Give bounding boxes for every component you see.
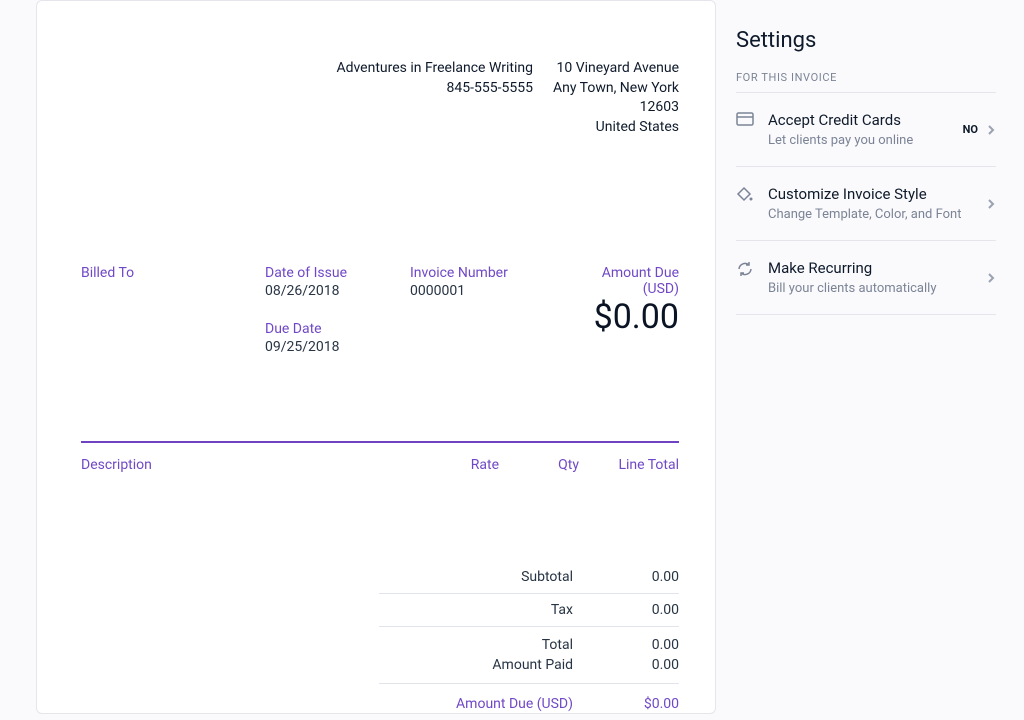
- invoice-panel: Adventures in Freelance Writing 845-555-…: [36, 0, 716, 714]
- address-country: United States: [553, 118, 679, 138]
- amount-paid-label: Amount Paid: [379, 657, 609, 673]
- amount-due-footer-value: $0.00: [609, 696, 679, 712]
- address-block: 10 Vineyard Avenue Any Town, New York 12…: [553, 59, 679, 137]
- setting-title: Make Recurring: [768, 259, 986, 277]
- chevron-right-icon: [986, 197, 996, 211]
- setting-title: Customize Invoice Style: [768, 185, 986, 203]
- address-line1: 10 Vineyard Avenue: [553, 59, 679, 79]
- total-value: 0.00: [609, 637, 679, 653]
- setting-desc: Let clients pay you online: [768, 133, 963, 148]
- address-zip: 12603: [553, 98, 679, 118]
- chevron-right-icon: [986, 123, 996, 137]
- billed-to-label: Billed To: [81, 265, 253, 281]
- setting-customize-style[interactable]: Customize Invoice Style Change Template,…: [736, 167, 996, 241]
- paint-bucket-icon: [736, 186, 758, 204]
- invoice-totals: Subtotal 0.00 Tax 0.00 Total 0.00 Amount…: [379, 561, 679, 720]
- amount-due-big: $0.00: [572, 297, 679, 337]
- setting-badge-no: NO: [963, 123, 978, 136]
- invoice-header: Adventures in Freelance Writing 845-555-…: [81, 59, 679, 137]
- tax-value: 0.00: [609, 602, 679, 618]
- subtotal-label: Subtotal: [379, 569, 609, 585]
- credit-card-icon: [736, 112, 758, 126]
- col-description: Description: [81, 457, 409, 473]
- amount-due-footer-label: Amount Due (USD): [379, 696, 609, 712]
- due-date-label: Due Date: [265, 321, 398, 337]
- amount-paid-value: 0.00: [609, 657, 679, 673]
- col-qty: Qty: [499, 457, 579, 473]
- date-of-issue: 08/26/2018: [265, 283, 398, 299]
- invoice-meta: Billed To Date of Issue 08/26/2018 Due D…: [81, 265, 679, 355]
- setting-make-recurring[interactable]: Make Recurring Bill your clients automat…: [736, 241, 996, 315]
- date-of-issue-label: Date of Issue: [265, 265, 398, 281]
- company-name: Adventures in Freelance Writing: [336, 59, 533, 79]
- invoice-number-label: Invoice Number: [410, 265, 560, 281]
- settings-subtitle: FOR THIS INVOICE: [736, 71, 996, 84]
- subtotal-value: 0.00: [609, 569, 679, 585]
- chevron-right-icon: [986, 271, 996, 285]
- col-rate: Rate: [409, 457, 499, 473]
- address-line2: Any Town, New York: [553, 79, 679, 99]
- line-items-header: Description Rate Qty Line Total: [81, 441, 679, 473]
- settings-panel: Settings FOR THIS INVOICE Accept Credit …: [716, 0, 1024, 714]
- setting-accept-credit-cards[interactable]: Accept Credit Cards Let clients pay you …: [736, 93, 996, 167]
- total-label: Total: [379, 637, 609, 653]
- due-date: 09/25/2018: [265, 339, 398, 355]
- invoice-number: 0000001: [410, 283, 560, 299]
- company-block: Adventures in Freelance Writing 845-555-…: [336, 59, 533, 137]
- setting-desc: Bill your clients automatically: [768, 281, 986, 296]
- settings-list: Accept Credit Cards Let clients pay you …: [736, 92, 996, 315]
- settings-title: Settings: [736, 28, 996, 53]
- setting-title: Accept Credit Cards: [768, 111, 963, 129]
- recurring-icon: [736, 260, 758, 278]
- company-phone: 845-555-5555: [336, 79, 533, 99]
- col-line-total: Line Total: [579, 457, 679, 473]
- amount-due-label: Amount Due (USD): [572, 265, 679, 297]
- setting-desc: Change Template, Color, and Font: [768, 207, 986, 222]
- tax-label: Tax: [379, 602, 609, 618]
